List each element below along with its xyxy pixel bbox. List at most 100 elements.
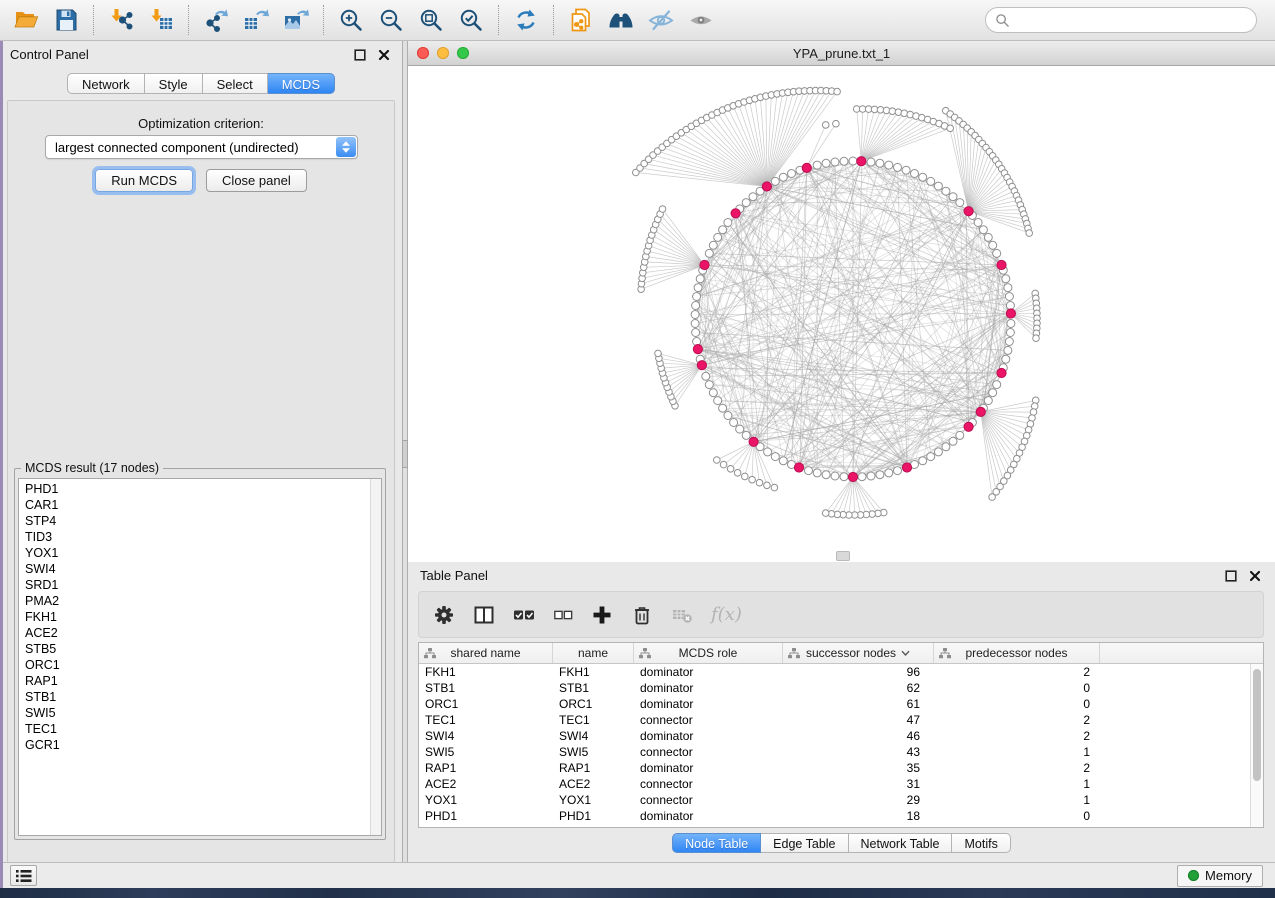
network-node[interactable] — [989, 494, 996, 501]
network-node[interactable] — [705, 249, 713, 257]
mcds-result-item[interactable]: SWI5 — [25, 705, 381, 721]
network-node[interactable] — [979, 226, 987, 234]
mcds-hub-node[interactable] — [731, 209, 740, 218]
import-network-button[interactable] — [101, 4, 141, 36]
network-node[interactable] — [867, 472, 875, 480]
column-header-mcds-role[interactable]: MCDS role — [634, 643, 783, 663]
table-row[interactable]: ACE2ACE2connector311 — [419, 776, 1263, 792]
network-node[interactable] — [927, 177, 935, 185]
mcds-result-item[interactable]: FKH1 — [25, 609, 381, 625]
network-node[interactable] — [693, 293, 701, 301]
network-node[interactable] — [956, 199, 964, 207]
add-column-button[interactable] — [591, 604, 613, 626]
network-node[interactable] — [771, 453, 779, 461]
memory-button[interactable]: Memory — [1177, 865, 1263, 887]
network-node[interactable] — [902, 166, 910, 174]
zoom-out-button[interactable] — [371, 4, 411, 36]
column-header-predecessor-nodes[interactable]: predecessor nodes — [934, 643, 1100, 663]
import-table-button[interactable] — [141, 4, 181, 36]
mcds-list-scrollbar[interactable] — [370, 479, 381, 835]
table-row[interactable]: PHD1PHD1dominator180 — [419, 808, 1263, 824]
network-node[interactable] — [813, 469, 821, 477]
tab-mcds[interactable]: MCDS — [268, 73, 335, 94]
tab-network-table[interactable]: Network Table — [849, 833, 953, 853]
network-node[interactable] — [934, 448, 942, 456]
mcds-hub-node[interactable] — [964, 207, 973, 216]
mcds-result-item[interactable]: PHD1 — [25, 481, 381, 497]
mcds-result-item[interactable]: STP4 — [25, 513, 381, 529]
network-node[interactable] — [911, 170, 919, 178]
network-node[interactable] — [720, 461, 727, 468]
network-node[interactable] — [822, 159, 830, 167]
network-node[interactable] — [691, 320, 699, 328]
export-network-button[interactable] — [196, 4, 236, 36]
mcds-hub-node[interactable] — [802, 163, 811, 172]
network-node[interactable] — [764, 482, 771, 489]
maximize-window-button[interactable] — [457, 47, 469, 59]
network-node[interactable] — [984, 397, 992, 405]
mcds-result-item[interactable]: CAR1 — [25, 497, 381, 513]
network-node[interactable] — [805, 467, 813, 475]
network-node[interactable] — [779, 173, 787, 181]
network-node[interactable] — [1007, 320, 1015, 328]
mcds-result-item[interactable]: TID3 — [25, 529, 381, 545]
network-node[interactable] — [1006, 302, 1014, 310]
network-node[interactable] — [764, 448, 772, 456]
mcds-result-item[interactable]: SWI4 — [25, 561, 381, 577]
network-node[interactable] — [993, 381, 1001, 389]
mcds-hub-node[interactable] — [700, 260, 709, 269]
search-input[interactable] — [1015, 10, 1256, 30]
network-node[interactable] — [734, 470, 741, 477]
delete-table-button[interactable] — [671, 604, 693, 626]
tab-motifs[interactable]: Motifs — [952, 833, 1010, 853]
network-node[interactable] — [974, 219, 982, 227]
tab-node-table[interactable]: Node Table — [672, 833, 761, 853]
network-node[interactable] — [919, 173, 927, 181]
table-row[interactable]: YOX1YOX1connector291 — [419, 792, 1263, 808]
network-node[interactable] — [840, 473, 848, 481]
close-table-panel-button[interactable] — [1247, 568, 1263, 584]
tab-style[interactable]: Style — [145, 73, 203, 94]
network-node[interactable] — [719, 226, 727, 234]
close-panel-action-button[interactable]: Close panel — [206, 169, 307, 192]
network-node[interactable] — [831, 472, 839, 480]
network-node[interactable] — [742, 473, 749, 480]
network-node[interactable] — [894, 163, 902, 171]
mcds-hub-node[interactable] — [749, 437, 758, 446]
tab-edge-table[interactable]: Edge Table — [761, 833, 848, 853]
network-node[interactable] — [885, 161, 893, 169]
network-node[interactable] — [724, 219, 732, 227]
network-node[interactable] — [822, 122, 829, 129]
network-node[interactable] — [742, 431, 750, 439]
network-node[interactable] — [1002, 355, 1010, 363]
close-window-button[interactable] — [417, 47, 429, 59]
mcds-hub-node[interactable] — [794, 463, 803, 472]
network-node[interactable] — [714, 233, 722, 241]
mcds-result-item[interactable]: GCR1 — [25, 737, 381, 753]
clone-network-button[interactable] — [561, 4, 601, 36]
network-node[interactable] — [709, 241, 717, 249]
export-image-button[interactable] — [276, 4, 316, 36]
save-session-button[interactable] — [46, 4, 86, 36]
network-node[interactable] — [749, 193, 757, 201]
network-node[interactable] — [942, 187, 950, 195]
network-node[interactable] — [691, 311, 699, 319]
mcds-hub-node[interactable] — [976, 407, 985, 416]
criterion-dropdown[interactable]: largest connected component (undirected) — [45, 135, 358, 159]
network-node[interactable] — [692, 302, 700, 310]
network-node[interactable] — [831, 158, 839, 166]
network-node[interactable] — [849, 157, 857, 165]
mcds-result-item[interactable]: YOX1 — [25, 545, 381, 561]
network-node[interactable] — [927, 453, 935, 461]
mcds-result-item[interactable]: ORC1 — [25, 657, 381, 673]
mcds-hub-node[interactable] — [693, 345, 702, 354]
network-node[interactable] — [834, 88, 841, 95]
network-node[interactable] — [919, 457, 927, 465]
network-node[interactable] — [993, 249, 1001, 257]
network-node[interactable] — [956, 431, 964, 439]
task-history-button[interactable] — [10, 865, 37, 886]
network-node[interactable] — [719, 404, 727, 412]
mcds-hub-node[interactable] — [964, 422, 973, 431]
network-node[interactable] — [876, 471, 884, 479]
network-node[interactable] — [949, 193, 957, 201]
